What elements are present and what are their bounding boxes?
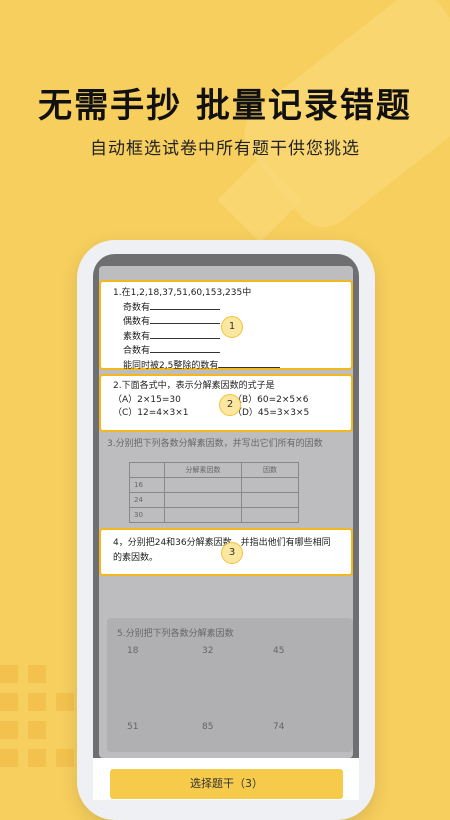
headline: 无需手抄 批量记录错题 xyxy=(38,86,412,126)
subheadline: 自动框选试卷中所有题干供您挑选 xyxy=(90,139,360,159)
select-questions-button[interactable]: 选择题干（3） xyxy=(110,769,343,799)
table-row: 24 xyxy=(129,492,299,508)
factor-table: 分解素因数 因数 16 24 30 xyxy=(129,462,299,523)
table-row-label: 24 xyxy=(129,492,165,508)
q5-number: 18 xyxy=(127,646,139,656)
q1-item-odd: 奇数有 xyxy=(123,302,151,313)
question-box-4[interactable]: 4，分别把24和36分解素因数，并指出他们有哪些相同 的素因数。 3 xyxy=(99,528,353,576)
background-dot-pattern xyxy=(0,665,80,775)
q3-title: 3.分别把下列各数分解素因数，并写出它们所有的因数 xyxy=(107,439,323,449)
table-row-label: 30 xyxy=(129,507,165,523)
q5-number: 74 xyxy=(273,722,285,732)
q2-option-c: （C）12=4×3×1 xyxy=(113,408,189,418)
q2-option-d: （D）45=3×3×5 xyxy=(233,408,310,418)
selection-badge-1[interactable]: 1 xyxy=(221,316,243,338)
q2-title: 2.下面各式中，表示分解素因数的式子是 xyxy=(113,381,275,391)
q1-item-even: 偶数有 xyxy=(123,317,151,327)
table-row: 16 xyxy=(129,477,299,493)
selection-badge-3[interactable]: 3 xyxy=(221,542,243,564)
q2-option-b: （B）60=2×5×6 xyxy=(233,394,309,405)
table-header-factorization: 分解素因数 xyxy=(164,462,242,478)
q5-number: 32 xyxy=(202,646,214,656)
table-header-blank xyxy=(129,462,165,478)
question-block-5: 5.分别把下列各数分解素因数 18 32 45 51 85 74 xyxy=(107,618,353,752)
table-row: 30 xyxy=(129,507,299,523)
phone-screen: 1.在1,2,18,37,51,60,153,235中 奇数有 偶数有 素数有 … xyxy=(93,254,359,800)
q1-item-prime: 素数有 xyxy=(123,331,151,342)
q2-option-a: （A）2×15=30 xyxy=(113,394,181,405)
exam-paper: 1.在1,2,18,37,51,60,153,235中 奇数有 偶数有 素数有 … xyxy=(99,266,353,758)
q5-number: 85 xyxy=(202,722,214,732)
table-header-factors: 因数 xyxy=(241,462,299,478)
q1-item-composite: 合数有 xyxy=(123,346,151,356)
q1-title: 1.在1,2,18,37,51,60,153,235中 xyxy=(113,288,252,298)
table-row-label: 16 xyxy=(129,477,165,493)
q1-item-divisible: 能同时被2,5整除的数有 xyxy=(123,360,219,371)
q5-number: 45 xyxy=(273,646,285,656)
question-box-1[interactable]: 1.在1,2,18,37,51,60,153,235中 奇数有 偶数有 素数有 … xyxy=(99,280,353,371)
q5-number: 51 xyxy=(127,722,139,732)
q5-title: 5.分别把下列各数分解素因数 xyxy=(117,629,234,639)
question-box-2[interactable]: 2.下面各式中，表示分解素因数的式子是 （A）2×15=30 （B）60=2×5×… xyxy=(99,374,353,432)
selection-badge-2[interactable]: 2 xyxy=(219,394,241,416)
